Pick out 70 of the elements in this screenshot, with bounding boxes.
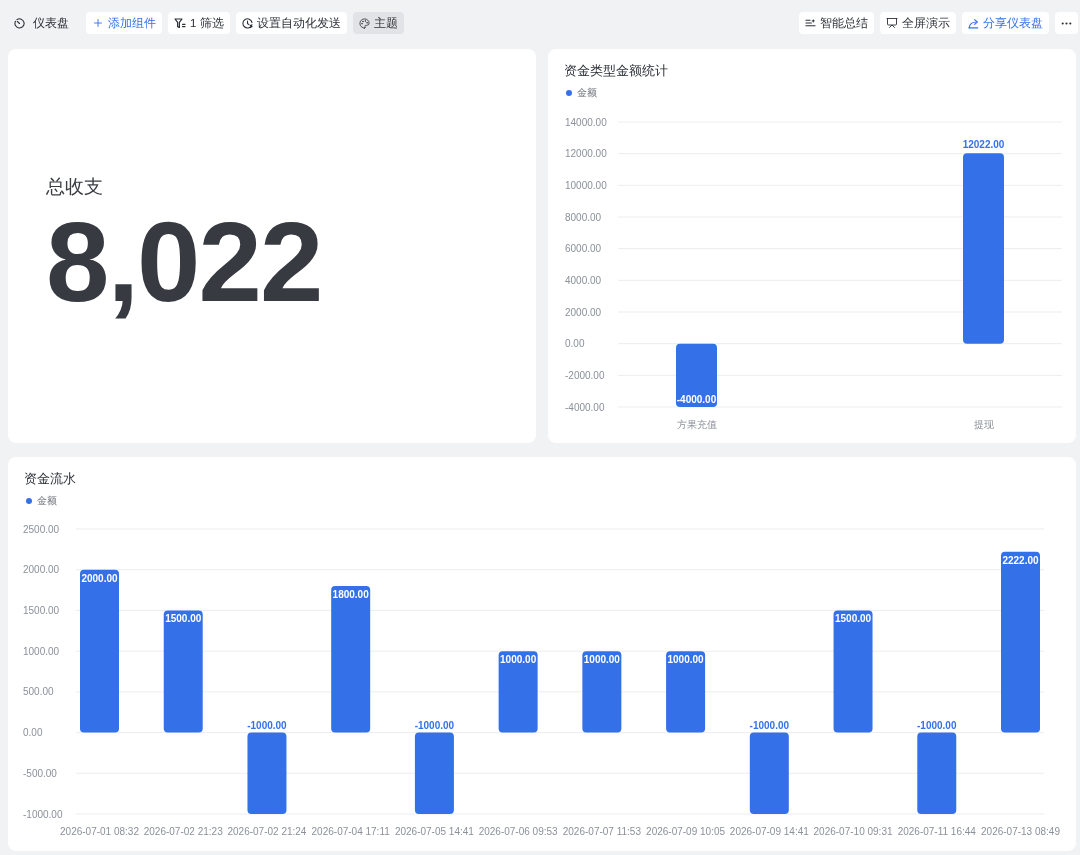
- data-label: -4000.00: [676, 394, 717, 405]
- summary-button[interactable]: 智能总结: [799, 12, 874, 34]
- data-label: 1000.00: [667, 654, 704, 666]
- data-label: -1000.00: [247, 719, 287, 731]
- axis-label: 500.00: [23, 686, 54, 698]
- axis-label: 2000.00: [23, 564, 60, 576]
- axis-label: 0.00: [565, 338, 585, 350]
- data-label: 2000.00: [81, 572, 118, 584]
- add-widget-button[interactable]: 添加组件: [86, 12, 162, 34]
- stat-value: 8,022: [46, 204, 322, 319]
- more-button[interactable]: [1055, 12, 1078, 34]
- dashboard-title: 仪表盘: [33, 14, 69, 32]
- category-label: 2026-07-07 11:53: [562, 826, 641, 837]
- clock-icon: [241, 17, 253, 29]
- filter-button[interactable]: 1 筛选: [168, 12, 230, 34]
- data-label: -1000.00: [917, 719, 957, 731]
- category-label: 2026-07-02 21:23: [143, 826, 223, 837]
- axis-label: 10000.00: [565, 179, 607, 191]
- category-label: 2026-07-09 14:41: [729, 826, 809, 837]
- category-label: 提现: [973, 419, 994, 430]
- data-label: 12022.00: [962, 139, 1005, 151]
- axis-label: 1000.00: [23, 645, 60, 657]
- present-button[interactable]: 全屏演示: [880, 12, 956, 34]
- list-sparkle-icon: [805, 18, 816, 28]
- category-label: 2026-07-05 14:41: [394, 826, 474, 837]
- axis-label: -2000.00: [565, 369, 605, 381]
- stat-label: 总收支: [46, 174, 103, 199]
- axis-label: 6000.00: [565, 243, 602, 255]
- axis-label: 8000.00: [565, 211, 602, 223]
- chart-title: 资金类型金额统计: [564, 62, 668, 80]
- data-label: -1000.00: [749, 719, 790, 731]
- axis-label: -4000.00: [565, 401, 605, 413]
- axis-label: 0.00: [23, 727, 43, 739]
- data-label: 2222.00: [1002, 554, 1039, 566]
- category-label: 2026-07-10 09:31: [813, 826, 893, 837]
- legend-label: 金额: [577, 87, 597, 99]
- share-button[interactable]: 分享仪表盘: [962, 12, 1049, 34]
- legend-label: 金额: [37, 495, 57, 507]
- timer-icon: [14, 17, 25, 29]
- data-label: 1000.00: [583, 654, 620, 666]
- plus-icon: [92, 17, 104, 29]
- data-label: -1000.00: [414, 719, 455, 731]
- bar: [676, 343, 717, 407]
- category-label: 2026-07-06 09:53: [478, 826, 558, 837]
- category-label: 2026-07-11 16:44: [897, 826, 976, 837]
- palette-icon: [358, 17, 370, 29]
- axis-label: 1500.00: [23, 604, 60, 616]
- category-label: 方果充值: [676, 419, 717, 430]
- category-label: 2026-07-01 08:32: [60, 826, 139, 837]
- data-label: 1800.00: [332, 589, 369, 600]
- filter-icon: [174, 17, 186, 29]
- axis-label: 14000.00: [565, 116, 607, 128]
- data-label: 1500.00: [834, 613, 872, 625]
- category-label: 2026-07-04 17:11: [311, 826, 390, 837]
- theme-button[interactable]: 主题: [352, 12, 404, 34]
- axis-label: -500.00: [23, 767, 57, 779]
- axis-label: 2000.00: [565, 306, 602, 318]
- share-icon: [968, 17, 979, 29]
- axis-label: 4000.00: [565, 274, 602, 286]
- data-label: 1500.00: [165, 613, 202, 625]
- category-label: 2026-07-13 08:49: [981, 826, 1060, 837]
- data-label: 1000.00: [500, 654, 537, 666]
- axis-label: 12000.00: [565, 148, 607, 160]
- category-label: 2026-07-09 10:05: [646, 826, 726, 837]
- presentation-icon: [886, 17, 898, 29]
- category-label: 2026-07-02 21:24: [227, 826, 307, 837]
- axis-label: 2500.00: [23, 523, 60, 535]
- axis-label: -1000.00: [23, 808, 63, 820]
- schedule-button[interactable]: 设置自动化发送: [235, 12, 347, 34]
- chart-title: 资金流水: [24, 470, 76, 488]
